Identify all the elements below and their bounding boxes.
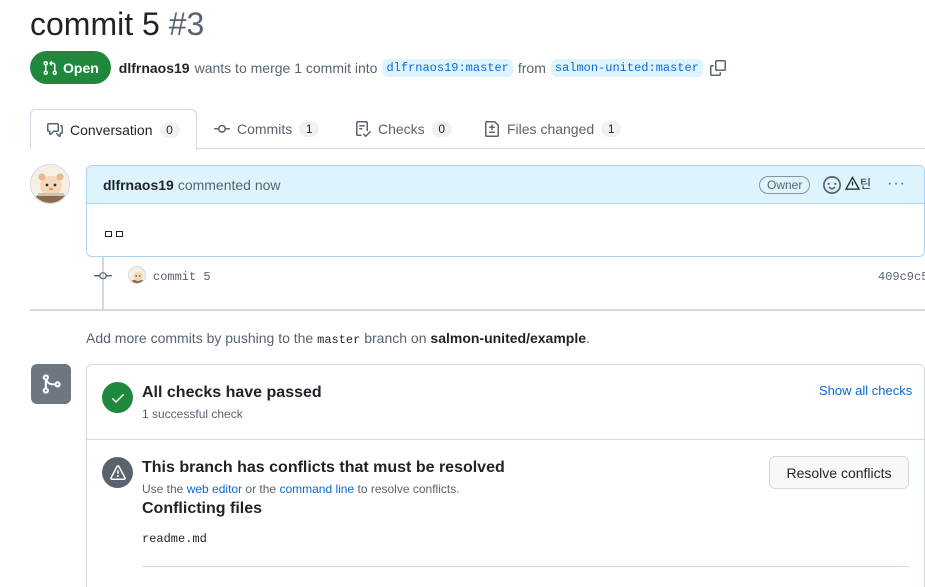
checks-title: All checks have passed bbox=[142, 384, 322, 401]
push-note-prefix: Add more commits by pushing to the bbox=[86, 330, 314, 346]
tab-commits[interactable]: Commits 1 bbox=[214, 109, 320, 149]
head-branch[interactable]: salmon-united:master bbox=[550, 58, 703, 77]
pr-state-row: Open dlfrnaos19 wants to merge 1 commit … bbox=[30, 51, 726, 84]
push-note-repo-link[interactable]: salmon-united/example bbox=[430, 330, 586, 346]
triangle-icon bbox=[844, 176, 861, 190]
tab-label: Files changed bbox=[507, 121, 595, 137]
conflicting-file: readme.md bbox=[142, 532, 207, 546]
checks-section: All checks have passed 1 successful chec… bbox=[87, 365, 924, 440]
kebab-horizontal-icon[interactable]: ··· bbox=[887, 175, 906, 193]
alert-icon bbox=[109, 464, 126, 480]
git-branch-icon bbox=[42, 374, 61, 394]
conflicting-files-title: Conflicting files bbox=[142, 500, 262, 517]
comment-box: dlfrnaos19 commented now Owner 틴 ··· bbox=[86, 165, 925, 257]
git-merge-icon bbox=[31, 364, 71, 404]
commit-message-link[interactable]: commit 5 bbox=[153, 270, 211, 284]
tab-checks[interactable]: Checks 0 bbox=[355, 109, 452, 149]
conversation-icon bbox=[47, 122, 63, 137]
commit-author-avatar[interactable] bbox=[128, 266, 146, 284]
pr-number: #3 bbox=[168, 6, 205, 42]
open-status-label: Open bbox=[63, 59, 99, 76]
timeline-divider bbox=[30, 309, 925, 311]
smiley-icon[interactable] bbox=[823, 176, 841, 194]
pr-meta: dlfrnaos19 wants to merge 1 commit into … bbox=[119, 58, 726, 77]
pr-title: commit 5 #3 bbox=[30, 6, 204, 43]
tab-label: Conversation bbox=[70, 121, 153, 138]
comment-timestamp: commented now bbox=[177, 176, 281, 193]
merge-text: wants to merge 1 commit into bbox=[194, 59, 378, 76]
push-note-branch: master bbox=[317, 333, 361, 347]
checklist-icon bbox=[356, 121, 371, 137]
web-editor-link[interactable]: web editor bbox=[187, 482, 242, 496]
conflicts-text: Use the bbox=[142, 482, 184, 496]
tab-counter: 1 bbox=[299, 121, 320, 137]
file-diff-icon bbox=[485, 121, 499, 137]
open-status-badge: Open bbox=[30, 51, 111, 84]
tab-conversation[interactable]: Conversation 0 bbox=[30, 109, 197, 150]
comment-header: dlfrnaos19 commented now Owner 틴 ··· bbox=[87, 166, 924, 204]
tab-counter: 0 bbox=[431, 121, 452, 137]
tab-counter: 0 bbox=[159, 121, 180, 138]
reaction-text: 틴 bbox=[860, 177, 872, 191]
resolve-conflicts-button[interactable]: Resolve conflicts bbox=[769, 456, 909, 489]
missing-glyph-box bbox=[116, 231, 123, 237]
file-divider bbox=[142, 566, 909, 567]
merge-box: All checks have passed 1 successful chec… bbox=[86, 364, 925, 587]
alert-hot-icon[interactable]: 틴 bbox=[844, 175, 872, 192]
pr-author-link[interactable]: dlfrnaos19 bbox=[119, 60, 190, 76]
command-line-link[interactable]: command line bbox=[279, 482, 354, 496]
check-status-badge bbox=[102, 382, 133, 413]
push-note-middle: branch on bbox=[364, 330, 427, 346]
conflicts-subtitle: Use the web editor or the command line t… bbox=[142, 482, 460, 496]
conflicts-text: or the bbox=[245, 482, 277, 496]
base-branch[interactable]: dlfrnaos19:master bbox=[382, 58, 513, 77]
show-all-checks-link[interactable]: Show all checks bbox=[819, 383, 912, 398]
checks-subtitle: 1 successful check bbox=[142, 407, 243, 421]
commit-sha-link[interactable]: 409c9c5 bbox=[878, 270, 925, 284]
conflicts-text: to resolve conflicts. bbox=[357, 482, 460, 496]
pr-title-text: commit 5 bbox=[30, 6, 160, 42]
conflict-status-badge bbox=[102, 457, 133, 488]
owner-badge: Owner bbox=[759, 176, 811, 194]
from-text: from bbox=[517, 59, 546, 76]
git-commit-icon bbox=[94, 272, 112, 280]
tab-label: Checks bbox=[378, 121, 425, 137]
tab-files-changed[interactable]: Files changed 1 bbox=[484, 109, 622, 149]
tab-label: Commits bbox=[237, 121, 293, 137]
git-pull-request-icon bbox=[43, 60, 58, 75]
copy-icon[interactable] bbox=[709, 59, 726, 76]
comment-author-link[interactable]: dlfrnaos19 bbox=[103, 177, 174, 193]
push-note: Add more commits by pushing to the maste… bbox=[86, 330, 590, 347]
push-note-suffix: . bbox=[586, 330, 590, 346]
check-icon bbox=[111, 393, 124, 403]
hamster-avatar-icon bbox=[31, 165, 69, 203]
commit-icon bbox=[214, 124, 230, 133]
tab-counter: 1 bbox=[601, 121, 622, 137]
hamster-avatar-icon bbox=[129, 267, 145, 283]
conflicts-title: This branch has conflicts that must be r… bbox=[142, 459, 505, 476]
pr-tabs: Conversation 0 Commits 1 Checks 0 Files … bbox=[30, 109, 925, 150]
comment-body bbox=[87, 204, 924, 240]
avatar[interactable] bbox=[30, 164, 70, 204]
missing-glyph-box bbox=[105, 231, 112, 237]
